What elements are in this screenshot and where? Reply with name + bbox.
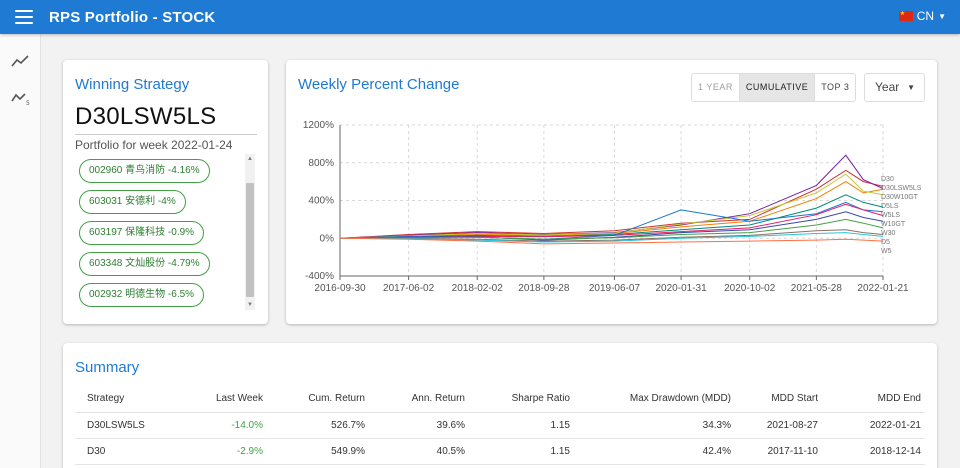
winning-strategy-title: Winning Strategy: [75, 76, 190, 93]
summary-card: Summary Strategy Last Week Cum. Return A…: [63, 343, 937, 468]
language-selector[interactable]: CN ▼: [898, 9, 946, 23]
menu-icon[interactable]: [15, 10, 33, 24]
y-tick-label: 800%: [308, 158, 334, 169]
sharpe-ratio-cell: 1.15: [469, 438, 574, 465]
scroll-down-icon[interactable]: ▼: [247, 302, 253, 308]
x-tick-label: 2020-01-31: [656, 283, 708, 294]
table-header-row: Strategy Last Week Cum. Return Ann. Retu…: [75, 386, 925, 413]
sharpe-ratio-cell: 1.15: [469, 412, 574, 439]
x-tick-label: 2018-09-28: [518, 283, 570, 294]
series-end-label: D30: [881, 176, 894, 183]
strategy-name: D30LSW5LS: [75, 103, 217, 130]
strategy-cell: D30LSW5LS: [75, 412, 183, 439]
holding-chip[interactable]: 002960 青鸟消防 -4.16%: [79, 159, 210, 183]
series-end-label: W10GT: [881, 221, 906, 228]
divider: [75, 134, 257, 135]
cum-return-cell: 526.7%: [267, 412, 369, 439]
svg-text:5: 5: [26, 100, 30, 107]
column-header[interactable]: MDD Start: [735, 386, 822, 413]
y-tick-label: 400%: [308, 196, 334, 207]
holding-chip[interactable]: 603348 文灿股份 -4.79%: [79, 252, 210, 276]
x-tick-label: 2022-01-21: [857, 283, 909, 294]
series-end-label: W5LS: [881, 212, 900, 219]
x-tick-label: 2021-05-28: [791, 283, 843, 294]
summary-title: Summary: [75, 359, 140, 376]
x-tick-label: 2020-10-02: [724, 283, 776, 294]
trending-chart-icon[interactable]: 5: [10, 89, 30, 107]
series-end-label: W30: [881, 230, 896, 237]
last-week-cell: -2.9%: [183, 438, 267, 465]
table-row[interactable]: D30 -2.9% 549.9% 40.5% 1.15 42.4% 2017-1…: [75, 438, 925, 465]
weekly-percent-change-card: Weekly Percent Change 1 YEAR CUMULATIVE …: [286, 60, 937, 324]
series-end-label: D5LS: [881, 203, 899, 210]
series-end-label: D30LSW5LS: [881, 185, 922, 192]
mdd-start-cell: 2021-08-27: [735, 412, 822, 439]
column-header[interactable]: Max Drawdown (MDD): [574, 386, 735, 413]
series-line: [339, 169, 884, 239]
strategy-cell: D30: [75, 438, 183, 465]
column-header[interactable]: Ann. Return: [369, 386, 469, 413]
scroll-up-icon[interactable]: ▲: [247, 156, 253, 162]
column-header[interactable]: Sharpe Ratio: [469, 386, 574, 413]
series-end-label: D30W10GT: [881, 194, 919, 201]
series-line: [339, 154, 884, 239]
line-chart-icon[interactable]: [10, 52, 30, 70]
mdd-start-cell: 2017-11-10: [735, 438, 822, 465]
ann-return-cell: 40.5%: [369, 438, 469, 465]
holding-chip[interactable]: 002932 明德生物 -6.5%: [79, 283, 205, 307]
mdd-end-cell: 2022-01-21: [822, 412, 925, 439]
table-row[interactable]: D30LSW5LS -14.0% 526.7% 39.6% 1.15 34.3%…: [75, 412, 925, 439]
x-tick-label: 2019-06-07: [589, 283, 641, 294]
x-tick-label: 2017-06-02: [383, 283, 435, 294]
winning-strategy-card: Winning Strategy D30LSW5LS Portfolio for…: [63, 60, 268, 324]
app-bar: RPS Portfolio - STOCK CN ▼: [0, 0, 960, 34]
series-end-label: W5: [881, 248, 892, 255]
y-tick-label: 1200%: [303, 120, 334, 131]
holdings-list[interactable]: 002960 青鸟消防 -4.16% 603031 安德利 -4% 603197…: [75, 154, 255, 310]
scrollbar-thumb[interactable]: [246, 183, 254, 297]
column-header[interactable]: Cum. Return: [267, 386, 369, 413]
y-tick-label: 0%: [320, 233, 335, 244]
weekly-percent-chart: 1200% 800% 400% 0% -400%2016-09-30 2017-06-02…: [303, 120, 922, 294]
mdd-end-cell: 2018-12-14: [822, 438, 925, 465]
holding-chip[interactable]: 603031 安德利 -4%: [79, 190, 186, 214]
holdings-scrollbar[interactable]: ▲ ▼: [245, 154, 255, 310]
column-header[interactable]: MDD End: [822, 386, 925, 413]
series-line: [339, 173, 884, 239]
ann-return-cell: 39.6%: [369, 412, 469, 439]
last-week-cell: -14.0%: [183, 412, 267, 439]
side-nav: 5: [0, 34, 41, 468]
language-label: CN: [916, 9, 935, 23]
holding-chip[interactable]: 603197 保隆科技 -0.9%: [79, 221, 205, 245]
max-drawdown-cell: 42.4%: [574, 438, 735, 465]
column-header[interactable]: Last Week: [183, 386, 267, 413]
y-tick-label: -400%: [305, 271, 334, 282]
max-drawdown-cell: 34.3%: [574, 412, 735, 439]
app-title: RPS Portfolio - STOCK: [49, 8, 216, 26]
summary-table: Strategy Last Week Cum. Return Ann. Retu…: [75, 386, 925, 465]
caret-down-icon: ▼: [938, 11, 946, 21]
x-tick-label: 2016-09-30: [314, 283, 366, 294]
x-tick-label: 2018-02-02: [452, 283, 504, 294]
series-end-label: D5: [881, 239, 890, 246]
china-flag-icon: [898, 10, 913, 21]
series-line: [339, 181, 884, 239]
column-header[interactable]: Strategy: [75, 386, 183, 413]
cum-return-cell: 549.9%: [267, 438, 369, 465]
portfolio-week-label: Portfolio for week 2022-01-24: [75, 138, 233, 152]
